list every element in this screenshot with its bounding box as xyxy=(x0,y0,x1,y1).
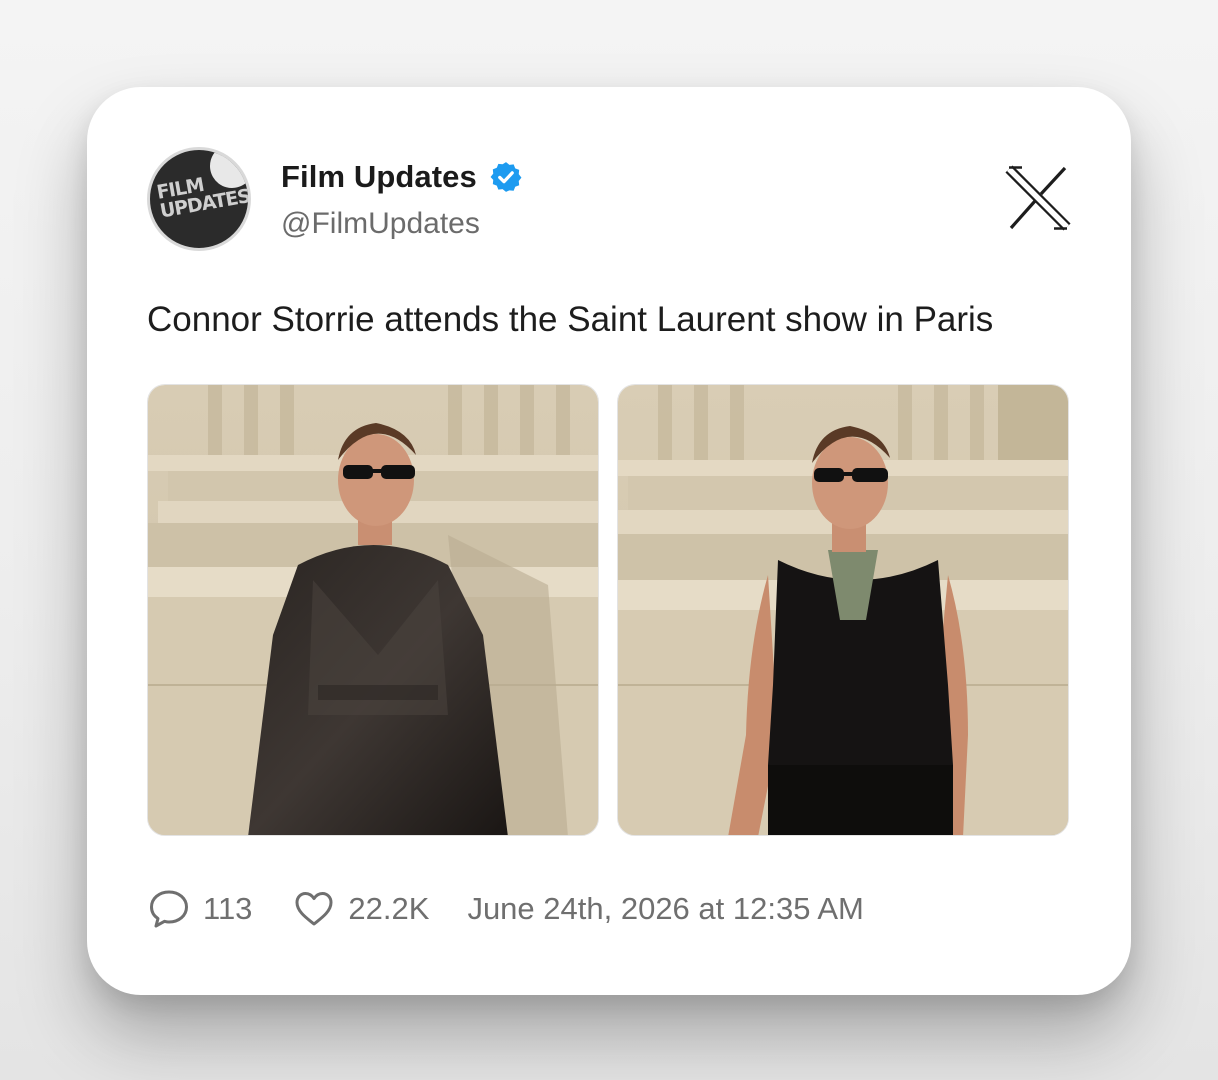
photo-illustration-2 xyxy=(618,385,1068,835)
tweet-photo-2[interactable] xyxy=(617,384,1069,836)
avatar[interactable]: FILM UPDATES xyxy=(147,147,251,251)
timestamp[interactable]: June 24th, 2026 at 12:35 AM xyxy=(467,891,863,927)
photo-illustration-1 xyxy=(148,385,598,835)
verified-badge-icon xyxy=(490,162,522,192)
author-handle[interactable]: @FilmUpdates xyxy=(281,207,480,241)
reply-count: 113 xyxy=(203,891,253,926)
like-count: 22.2K xyxy=(348,891,430,926)
author-name-row: Film Updates xyxy=(281,159,523,195)
x-logo-icon[interactable] xyxy=(1005,165,1071,231)
tweet-card: FILM UPDATES Film Updates @FilmUpdates C… xyxy=(87,87,1131,995)
heart-icon[interactable] xyxy=(292,887,336,931)
speech-bubble-icon[interactable] xyxy=(147,887,191,931)
tweet-footer: 113 22.2K June 24th, 2026 at 12:35 AM xyxy=(147,887,864,931)
author-name[interactable]: Film Updates xyxy=(281,159,477,195)
avatar-logo: FILM UPDATES xyxy=(155,168,248,223)
tweet-photo-1[interactable] xyxy=(147,384,599,836)
tweet-text: Connor Storrie attends the Saint Laurent… xyxy=(147,300,994,339)
